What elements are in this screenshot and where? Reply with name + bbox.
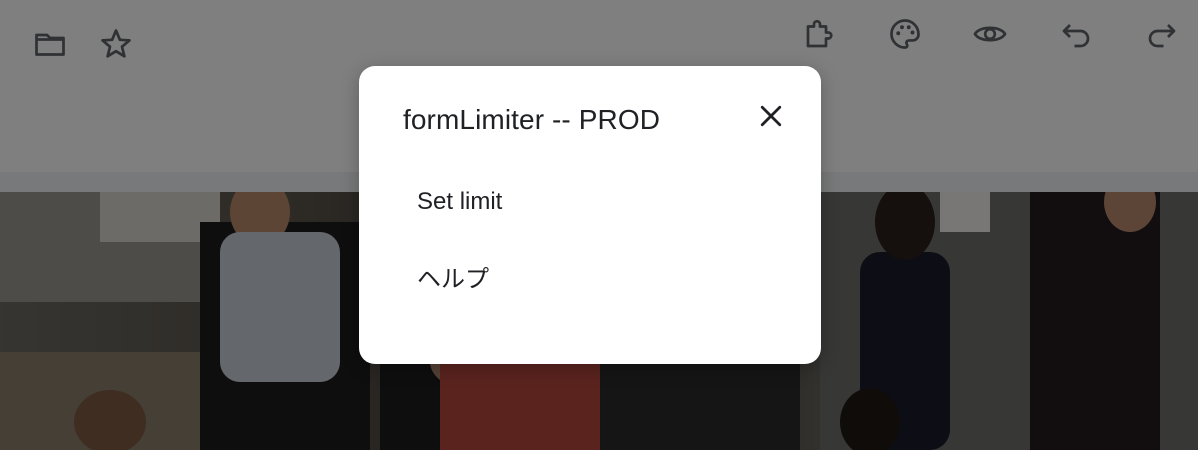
page: formLimiter -- PROD Set limit ヘルプ <box>0 0 1198 450</box>
addon-menu-dialog: formLimiter -- PROD Set limit ヘルプ <box>359 66 821 364</box>
menu-item-set-limit[interactable]: Set limit <box>403 178 783 226</box>
menu-item-help[interactable]: ヘルプ <box>403 252 783 300</box>
close-icon[interactable] <box>751 96 791 136</box>
dialog-title: formLimiter -- PROD <box>403 104 661 135</box>
